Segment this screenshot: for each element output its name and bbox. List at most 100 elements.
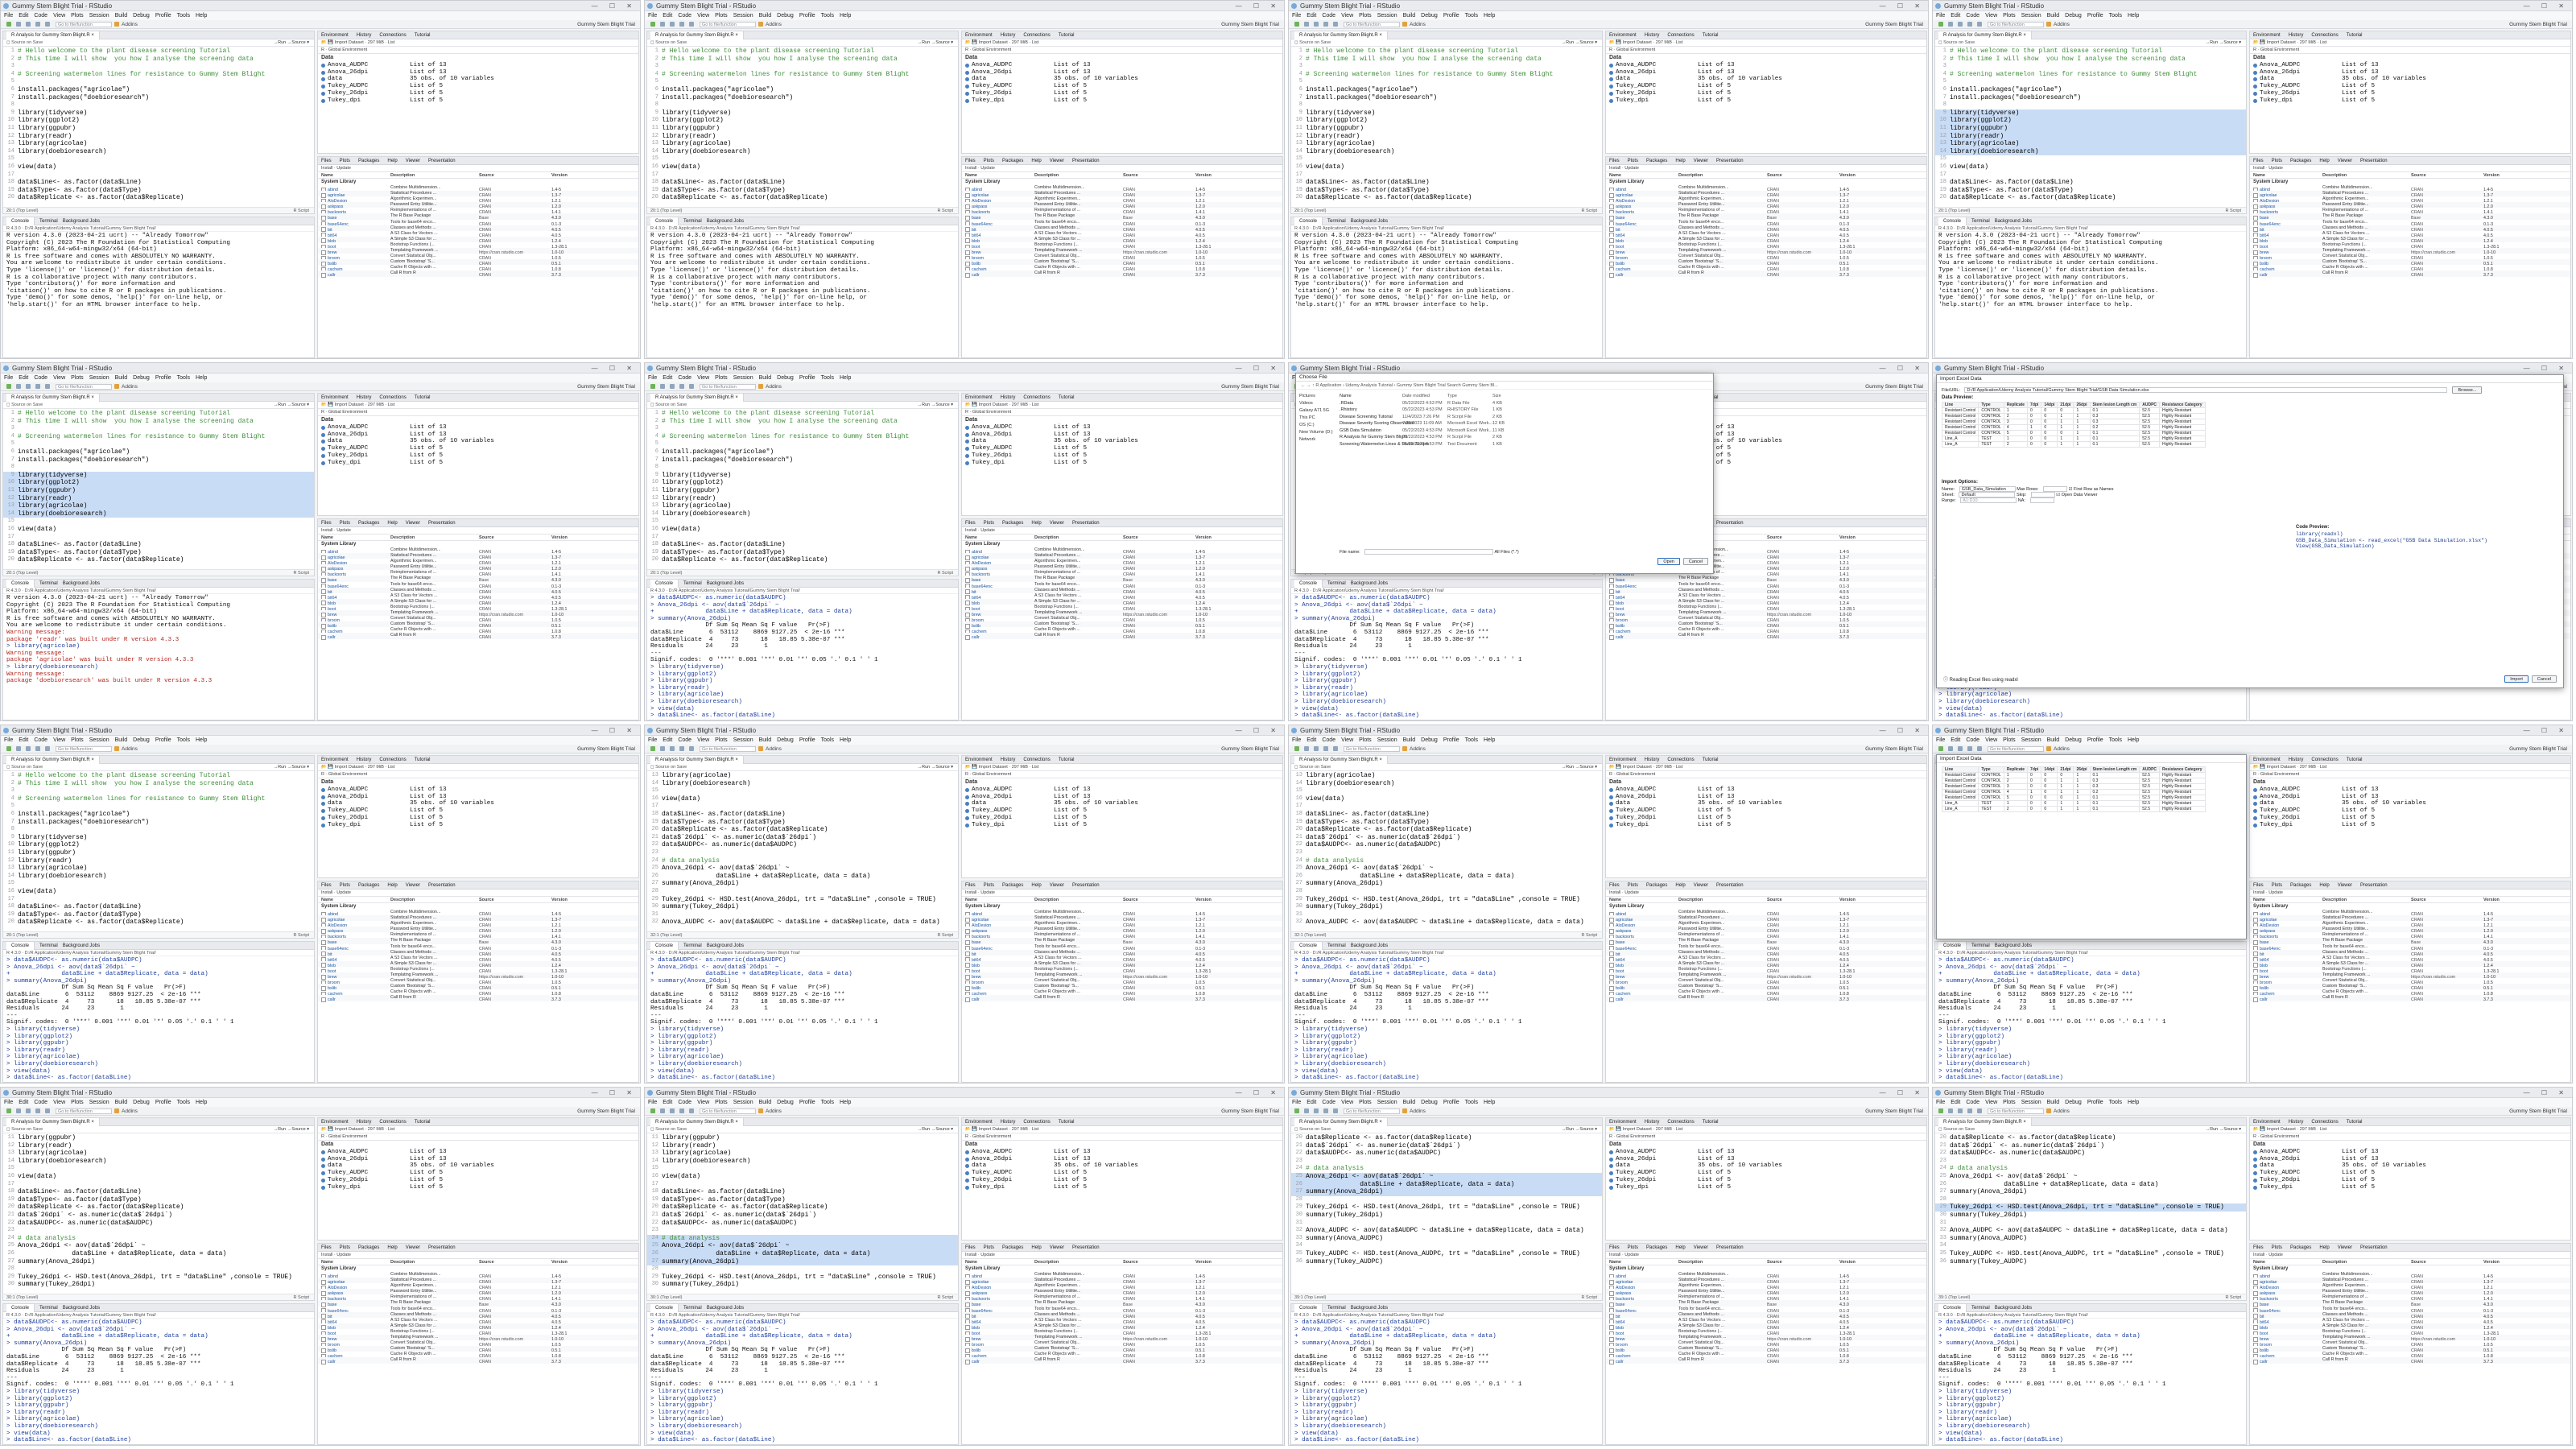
grid-icon[interactable] — [1402, 746, 1407, 752]
menu-item-code[interactable]: Code — [1966, 737, 1979, 743]
editor-tab[interactable]: R Analysis for Gummy Stem Blight.R × — [6, 1118, 100, 1126]
tab-connections[interactable]: Connections — [2311, 1120, 2338, 1125]
tab-environment[interactable]: Environment — [1609, 33, 1637, 38]
tab-tutorial[interactable]: Tutorial — [1703, 1120, 1719, 1125]
tab-viewer[interactable]: Viewer — [2338, 1245, 2352, 1250]
source-button[interactable]: →Source ▾ — [931, 765, 953, 770]
menu-item-file[interactable]: File — [4, 737, 13, 743]
tab-connections[interactable]: Connections — [1667, 1120, 1694, 1125]
package-name[interactable]: callr — [328, 997, 390, 1003]
env-row[interactable]: Tukey_AUDPCList of 5 — [321, 83, 635, 90]
package-row[interactable]: baseThe R Base PackageBase4.3.0 — [318, 576, 638, 583]
menu-item-edit[interactable]: Edit — [1951, 13, 1960, 19]
save-icon[interactable] — [26, 746, 31, 752]
save-all-icon[interactable] — [1967, 1108, 1972, 1114]
open-project-icon[interactable] — [660, 384, 665, 390]
source-button[interactable]: →Source ▾ — [931, 402, 953, 407]
package-row[interactable]: baseThe R Base PackageBase4.3.0 — [1606, 213, 1926, 221]
menu-item-build[interactable]: Build — [115, 13, 128, 19]
package-row[interactable]: askpassPassword Entry Utilitie...CRAN1.2… — [318, 564, 638, 572]
tab-files[interactable]: Files — [321, 883, 332, 888]
menu-item-edit[interactable]: Edit — [19, 375, 28, 381]
package-row[interactable]: brewTemplating Framework ...https://cran… — [2250, 248, 2570, 255]
package-row[interactable]: bit64A S3 Class for Vectors ...CRAN4.0.5 — [1606, 593, 1926, 601]
package-row[interactable]: bit64A S3 Class for Vectors ...CRAN4.0.5 — [2250, 231, 2570, 238]
console-tab-background-jobs[interactable]: Background Jobs — [1995, 219, 2032, 224]
menu-item-file[interactable]: File — [4, 1100, 13, 1105]
env-row[interactable]: Tukey_AUDPCList of 5 — [965, 83, 1279, 90]
menu-item-session[interactable]: Session — [1377, 1100, 1397, 1105]
console-output[interactable]: > data$AUDPC<- as.numeric(data$AUDPC)> A… — [1291, 1319, 1602, 1445]
menu-item-session[interactable]: Session — [89, 13, 109, 19]
preview-header[interactable]: AUDPC — [2139, 766, 2161, 773]
file-type[interactable]: R Script — [937, 932, 953, 939]
env-row[interactable]: Anova_AUDPCList of 13 — [965, 786, 1279, 794]
menu-item-profile[interactable]: Profile — [799, 737, 815, 743]
package-row[interactable]: blobA Simple S3 Class for ...CRAN1.2.4 — [1606, 598, 1926, 606]
package-checkbox[interactable] — [321, 997, 328, 1003]
column-header[interactable]: Name — [1340, 393, 1402, 400]
env-row[interactable]: Anova_26dpiList of 13 — [321, 431, 635, 439]
env-row[interactable]: data35 obs. of 10 variables — [321, 438, 635, 445]
tab-packages[interactable]: Packages — [358, 159, 379, 163]
run-button[interactable]: →Run — [1562, 1127, 1575, 1132]
package-row[interactable]: agricolaeStatistical Procedures ...CRAN1… — [318, 191, 638, 198]
package-row[interactable]: bitClasses and Methods ...CRAN4.0.5 — [1606, 587, 1926, 595]
menu-item-view[interactable]: View — [697, 13, 709, 19]
console-tab-terminal[interactable]: Terminal — [683, 581, 702, 586]
package-row[interactable]: agricolaeStatistical Procedures ...CRAN1… — [318, 915, 638, 923]
package-row[interactable]: agricolaeStatistical Procedures ...CRAN1… — [1606, 915, 1926, 923]
addins-menu[interactable]: Addins — [2054, 746, 2070, 752]
package-row[interactable]: cachemCache R Objects with ...CRAN1.0.8 — [1606, 627, 1926, 634]
package-row[interactable]: bootBootstrap Functions (...CRAN1.3-28.1 — [318, 967, 638, 974]
env-row[interactable]: Tukey_dpiList of 5 — [321, 1184, 635, 1191]
run-button[interactable]: →Run — [918, 402, 931, 407]
package-row[interactable]: AlgDesignAlgorithmic Experimen...CRAN1.2… — [318, 921, 638, 928]
menu-item-code[interactable]: Code — [1322, 1100, 1335, 1105]
package-row[interactable]: brewTemplating Framework ...https://cran… — [318, 1335, 638, 1342]
preview-header[interactable]: 7dpi — [2027, 766, 2042, 773]
tab-plots[interactable]: Plots — [2272, 1245, 2282, 1250]
package-row[interactable]: bootBootstrap Functions (...CRAN1.3-28.1 — [1606, 605, 1926, 612]
open-project-icon[interactable] — [1948, 22, 1953, 27]
env-scope[interactable]: R · Global Environment — [318, 47, 638, 54]
tab-connections[interactable]: Connections — [1023, 395, 1050, 400]
env-row[interactable]: Tukey_dpiList of 5 — [2253, 822, 2567, 829]
package-row[interactable]: bitClasses and Methods ...CRAN4.0.5 — [1606, 225, 1926, 233]
tab-history[interactable]: History — [1001, 33, 1016, 38]
file-row[interactable]: .Rhistory 05/22/2023 4:53 PM RHISTORY File… — [1340, 407, 1708, 414]
save-all-icon[interactable] — [679, 22, 684, 27]
sidebar-location[interactable]: Galaxy A71 5G — [1299, 407, 1336, 415]
save-icon[interactable] — [670, 1108, 675, 1114]
env-row[interactable]: data35 obs. of 10 variables — [321, 1162, 635, 1170]
menu-item-help[interactable]: Help — [1484, 1100, 1495, 1105]
package-row[interactable]: bslibCustom 'Bootstrap' 'S...CRAN0.5.1 — [318, 621, 638, 629]
menu-item-debug[interactable]: Debug — [2065, 13, 2082, 19]
tab-viewer[interactable]: Viewer — [1050, 521, 1064, 526]
goto-file-input[interactable]: Go to file/function — [700, 21, 756, 27]
goto-file-input[interactable]: Go to file/function — [700, 383, 756, 390]
save-icon[interactable] — [26, 22, 31, 27]
run-button[interactable]: →Run — [2206, 1127, 2219, 1132]
menu-item-profile[interactable]: Profile — [799, 1100, 815, 1105]
package-row[interactable]: base64encTools for base64 enco...CRAN0.1… — [2250, 944, 2570, 952]
project-menu[interactable]: Gummy Stem Blight Trial — [1865, 20, 1923, 29]
package-checkbox[interactable] — [321, 273, 328, 279]
tab-history[interactable]: History — [2289, 1120, 2304, 1125]
tab-plots[interactable]: Plots — [340, 159, 350, 163]
tab-viewer[interactable]: Viewer — [2338, 883, 2352, 888]
package-row[interactable]: bitClasses and Methods ...CRAN4.0.5 — [1606, 1311, 1926, 1319]
preview-header[interactable]: Resistance Category — [2159, 766, 2206, 773]
package-row[interactable]: callrCall R from RCRAN3.7.3 — [962, 995, 1282, 1002]
env-row[interactable]: Tukey_dpiList of 5 — [2253, 97, 2567, 105]
menu-item-plots[interactable]: Plots — [1359, 737, 1372, 743]
file-type[interactable]: R Script — [293, 1294, 309, 1301]
env-row[interactable]: Anova_AUDPCList of 13 — [965, 424, 1279, 431]
tab-files[interactable]: Files — [1609, 1245, 1620, 1250]
tab-presentation[interactable]: Presentation — [2360, 159, 2388, 163]
package-row[interactable]: brewTemplating Framework ...https://cran… — [962, 610, 1282, 617]
save-icon[interactable] — [1314, 1108, 1319, 1114]
env-row[interactable]: Anova_26dpiList of 13 — [1609, 794, 1923, 801]
menu-item-debug[interactable]: Debug — [133, 13, 150, 19]
tab-tutorial[interactable]: Tutorial — [1059, 33, 1075, 38]
